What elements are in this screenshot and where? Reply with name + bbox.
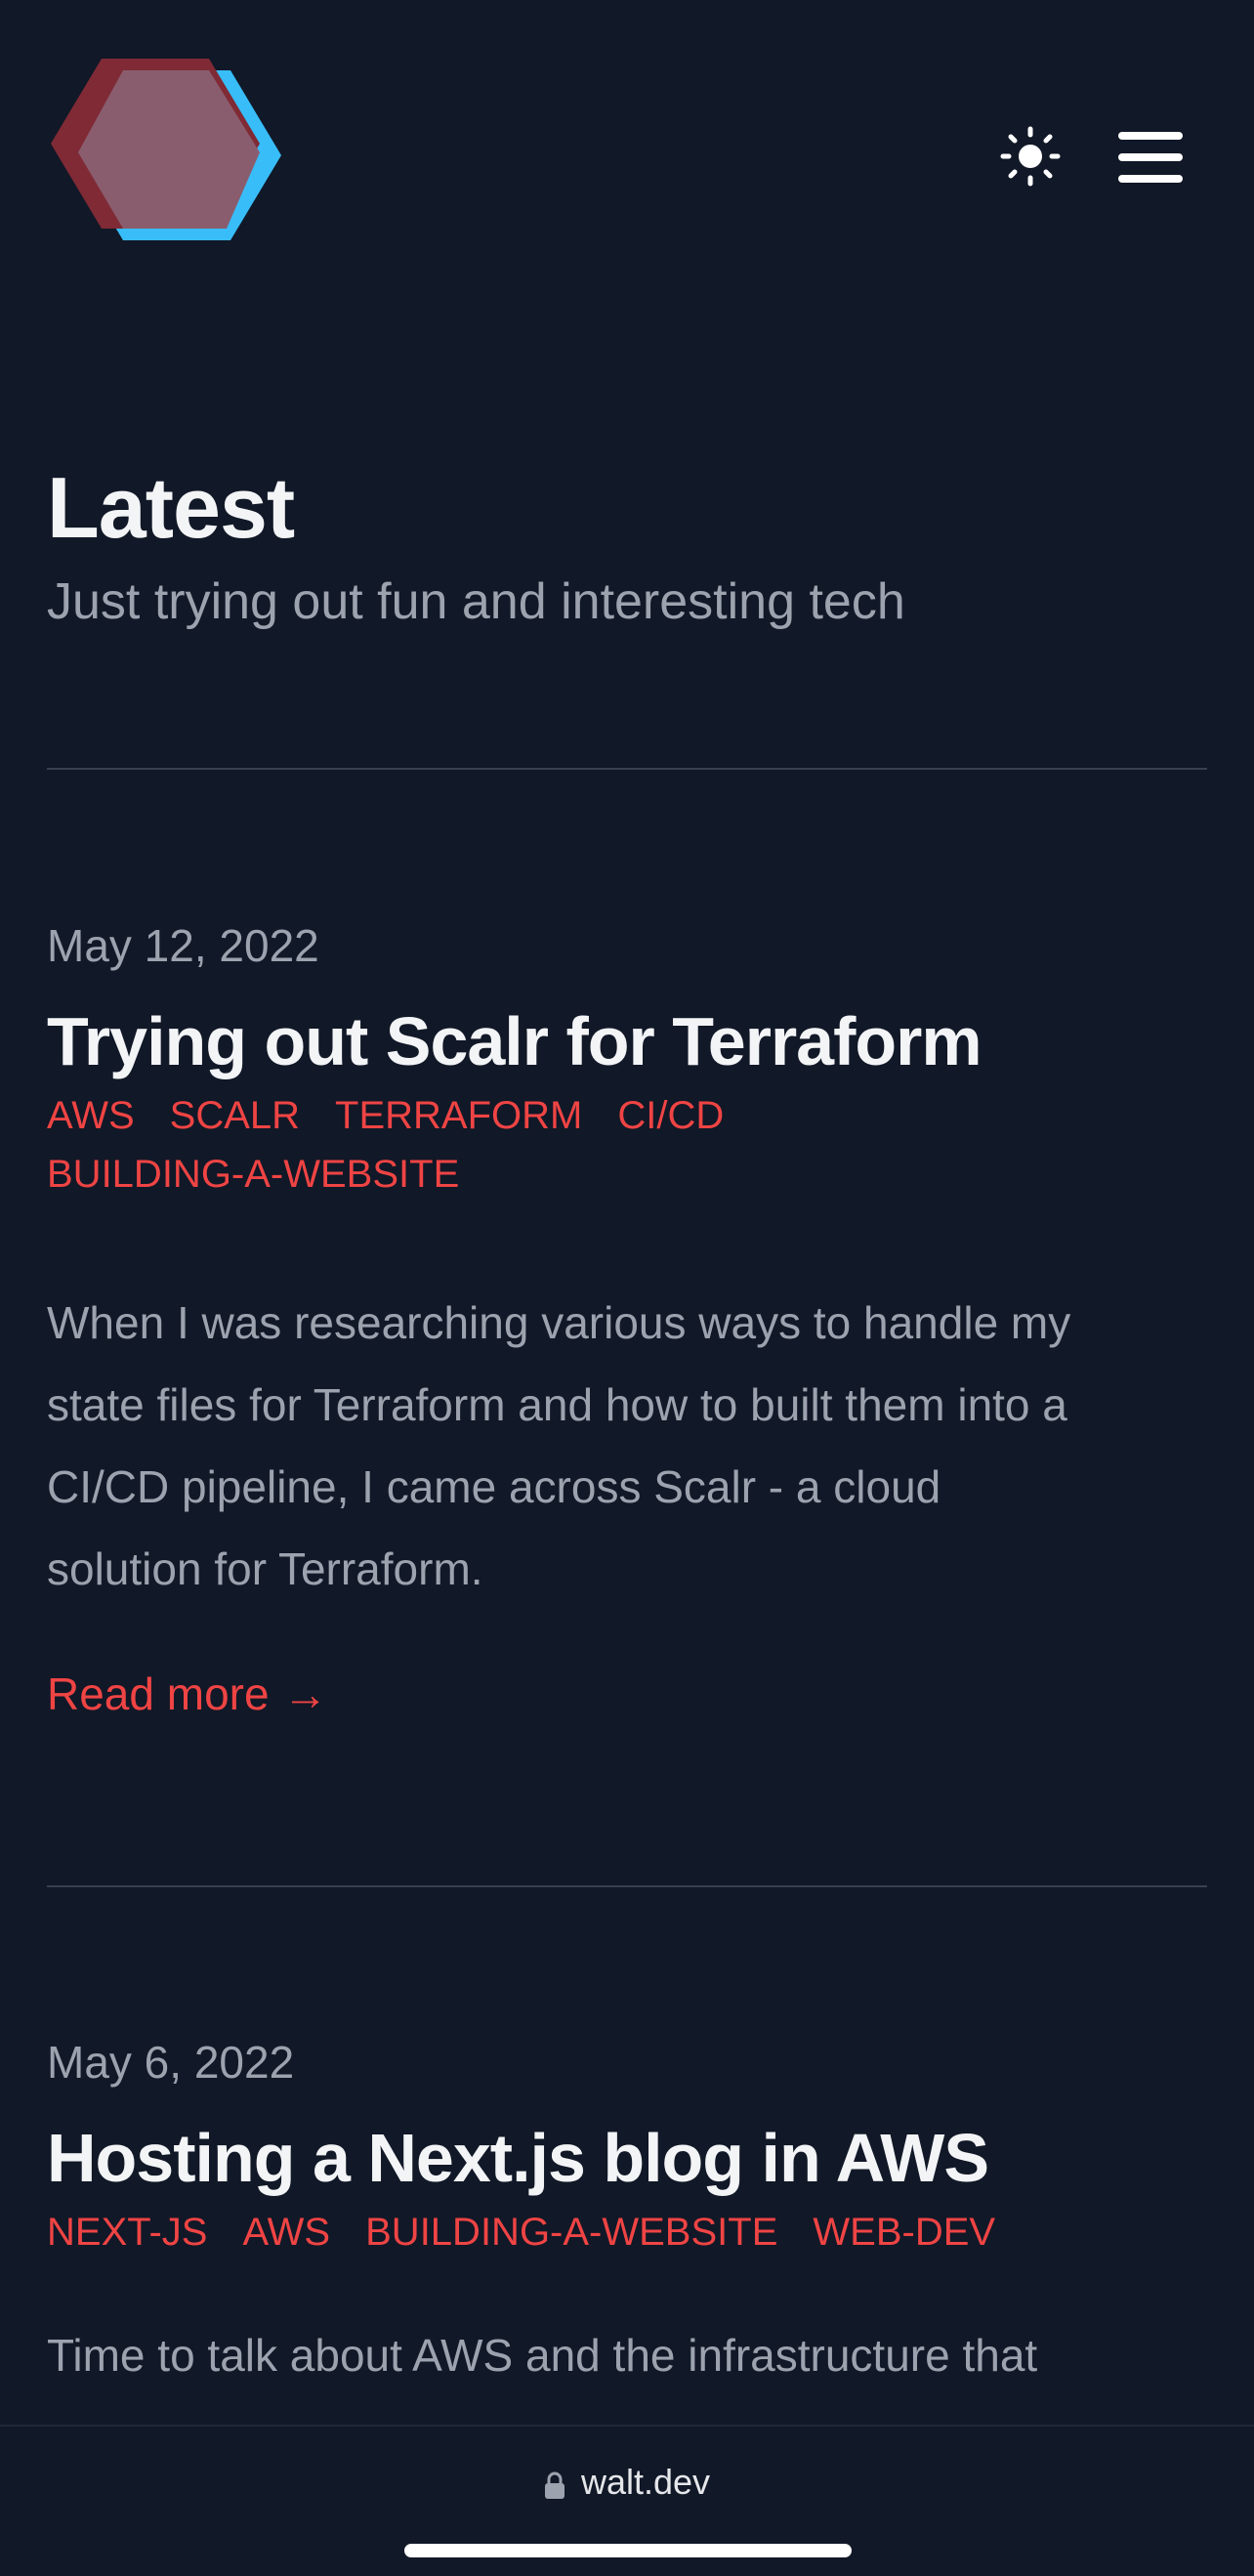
- excerpt-line: When I was researching various ways to h…: [47, 1297, 1071, 1348]
- post-tags: AWS SCALR TERRAFORM CI/CD BUILDING-A-WEB…: [47, 1086, 1160, 1204]
- hamburger-menu-icon: [1116, 128, 1185, 191]
- menu-button[interactable]: [1111, 127, 1190, 191]
- excerpt-line: state files for Terraform and how to bui…: [47, 1379, 1067, 1430]
- tag-link[interactable]: CI/CD: [617, 1086, 724, 1145]
- page-subtitle: Just trying out fun and interesting tech: [47, 573, 905, 630]
- lock-icon: [544, 2468, 565, 2499]
- post-card: May 12, 2022 Trying out Scalr for Terraf…: [47, 918, 1207, 1721]
- theme-toggle-button[interactable]: [999, 125, 1062, 192]
- excerpt-line: Time to talk about AWS and the infrastru…: [47, 2330, 1038, 2381]
- page: Latest Just trying out fun and interesti…: [0, 0, 1254, 2576]
- post-title-link[interactable]: Hosting a Next.js blog in AWS: [47, 2117, 1207, 2199]
- sun-icon: [999, 125, 1062, 192]
- browser-address-bar: walt.dev: [0, 2425, 1254, 2576]
- tag-link[interactable]: BUILDING-A-WEBSITE: [365, 2203, 777, 2261]
- page-title: Latest: [47, 459, 295, 556]
- excerpt-line: CI/CD pipeline, I came across Scalr - a …: [47, 1461, 941, 1512]
- tag-link[interactable]: AWS: [242, 2203, 330, 2261]
- read-more-link[interactable]: Read more →: [47, 1667, 328, 1721]
- site-header: [47, 0, 1207, 322]
- tag-link[interactable]: SCALR: [170, 1086, 300, 1145]
- intro-section: Latest Just trying out fun and interesti…: [47, 459, 1207, 633]
- hexagon-logo-icon[interactable]: [47, 55, 287, 256]
- home-indicator[interactable]: [404, 2544, 852, 2557]
- excerpt-line: solution for Terraform.: [47, 1543, 483, 1594]
- tag-link[interactable]: NEXT-JS: [47, 2203, 207, 2261]
- post-tags: NEXT-JS AWS BUILDING-A-WEBSITE WEB-DEV: [47, 2203, 1160, 2261]
- url-text: walt.dev: [580, 2462, 711, 2502]
- post-excerpt: When I was researching various ways to h…: [47, 1282, 1207, 1610]
- divider: [47, 768, 1207, 770]
- post-date: May 12, 2022: [47, 920, 319, 971]
- divider: [47, 1885, 1207, 1887]
- arrow-right-icon: →: [282, 1668, 328, 1719]
- tag-link[interactable]: BUILDING-A-WEBSITE: [47, 1145, 459, 1204]
- tag-link[interactable]: WEB-DEV: [813, 2203, 995, 2261]
- tag-link[interactable]: TERRAFORM: [335, 1086, 582, 1145]
- url-bar[interactable]: walt.dev: [0, 2462, 1254, 2503]
- post-title-link[interactable]: Trying out Scalr for Terraform: [47, 1000, 1207, 1082]
- post-date: May 6, 2022: [47, 2037, 295, 2088]
- post-card: May 6, 2022 Hosting a Next.js blog in AW…: [47, 2035, 1207, 2396]
- tag-link[interactable]: AWS: [47, 1086, 135, 1145]
- post-excerpt: Time to talk about AWS and the infrastru…: [47, 2314, 1207, 2396]
- read-more-label: Read more: [47, 1668, 270, 1719]
